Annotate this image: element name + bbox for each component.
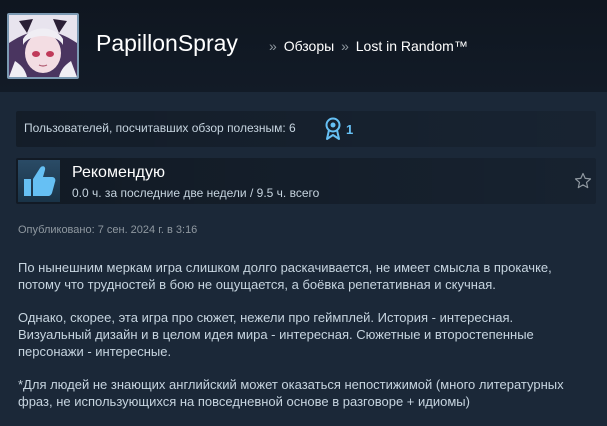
helpful-count-text: Пользователей, посчитавших обзор полезны…	[24, 121, 296, 135]
breadcrumb-reviews-link[interactable]: Обзоры	[284, 38, 335, 54]
breadcrumb-separator: »	[341, 38, 349, 54]
username[interactable]: PapillonSpray	[96, 30, 238, 57]
breadcrumb-separator: »	[269, 38, 277, 54]
verdict-title: Рекомендую	[72, 164, 166, 181]
review-paragraph: По нынешним меркам игра слишком долго ра…	[18, 260, 552, 292]
review-body: По нынешним меркам игра слишком долго ра…	[18, 259, 590, 426]
star-icon[interactable]	[574, 172, 592, 190]
award-count: 1	[346, 121, 354, 137]
avatar[interactable]	[7, 13, 79, 79]
hours-played: 0.0 ч. за последние две недели / 9.5 ч. …	[72, 186, 320, 200]
profile-header: PapillonSpray » Обзоры » Lost in Random™	[0, 0, 607, 92]
avatar-image	[9, 15, 77, 77]
breadcrumb-game-link[interactable]: Lost in Random™	[356, 38, 468, 54]
breadcrumb: » Обзоры » Lost in Random™	[266, 38, 468, 54]
review-paragraph: *Для людей не знающих английский может о…	[18, 377, 564, 409]
helpful-bar: Пользователей, посчитавших обзор полезны…	[16, 111, 596, 147]
thumbs-up-icon	[18, 160, 60, 202]
posted-date: Опубликовано: 7 сен. 2024 г. в 3:16	[18, 224, 198, 236]
award-badge[interactable]: 1	[324, 117, 353, 141]
review-verdict: Рекомендую 0.0 ч. за последние две недел…	[16, 158, 596, 204]
review-paragraph: Однако, скорее, эта игра про сюжет, неже…	[18, 310, 534, 359]
award-ribbon-icon	[325, 117, 341, 140]
